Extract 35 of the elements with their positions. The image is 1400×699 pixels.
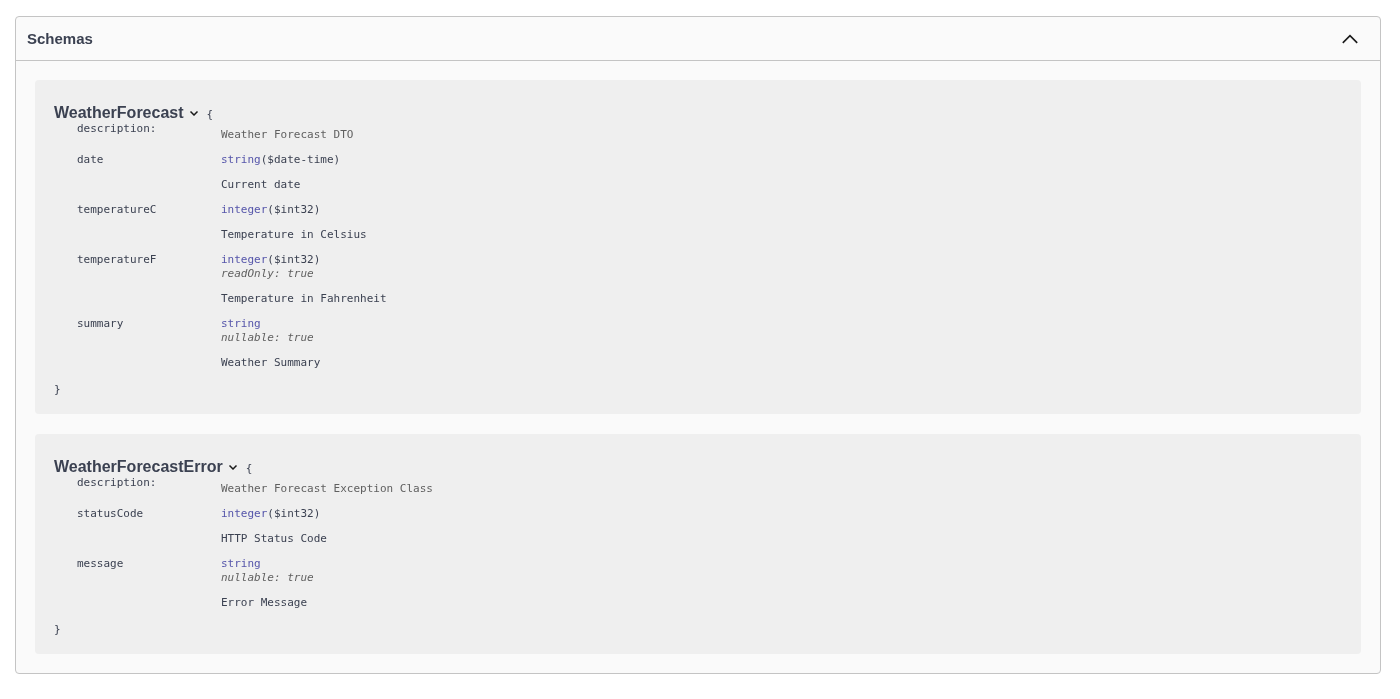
model-name[interactable]: WeatherForecast [54, 104, 184, 122]
property-name: temperatureF [77, 253, 158, 266]
open-brace: { [206, 108, 214, 121]
open-brace: { [245, 462, 253, 475]
chevron-down-icon [188, 110, 199, 116]
property-description: HTTP Status Code [221, 532, 328, 545]
property-type: string [221, 317, 262, 330]
property-name: date [77, 153, 105, 166]
property-name: message [77, 557, 125, 570]
property-description: Error Message [221, 596, 309, 609]
description-label: description: [77, 476, 158, 489]
chevron-down-icon [227, 464, 238, 470]
property-name: statusCode [77, 507, 145, 520]
property-note: nullable: true [221, 571, 315, 584]
property-type: integer($int32) [221, 203, 322, 216]
section-title: Schemas [27, 30, 93, 47]
property-type: integer($int32) [221, 253, 322, 266]
description-label: description: [77, 122, 158, 135]
property-name: summary [77, 317, 125, 330]
property-type: string [221, 557, 262, 570]
close-brace: } [54, 383, 62, 396]
model-name[interactable]: WeatherForecastError [54, 458, 223, 476]
property-name: temperatureC [77, 203, 158, 216]
property-type: string($date-time) [221, 153, 342, 166]
property-description: Weather Summary [221, 356, 322, 369]
close-brace: } [54, 623, 62, 636]
property-type: integer($int32) [221, 507, 322, 520]
property-description: Temperature in Fahrenheit [221, 292, 388, 305]
chevron-up-icon [1341, 33, 1359, 44]
model-description: Weather Forecast DTO [221, 128, 355, 141]
property-description: Temperature in Celsius [221, 228, 368, 241]
property-description: Current date [221, 178, 302, 191]
property-note: nullable: true [221, 331, 315, 344]
property-note: readOnly: true [221, 267, 315, 280]
model-description: Weather Forecast Exception Class [221, 482, 434, 495]
